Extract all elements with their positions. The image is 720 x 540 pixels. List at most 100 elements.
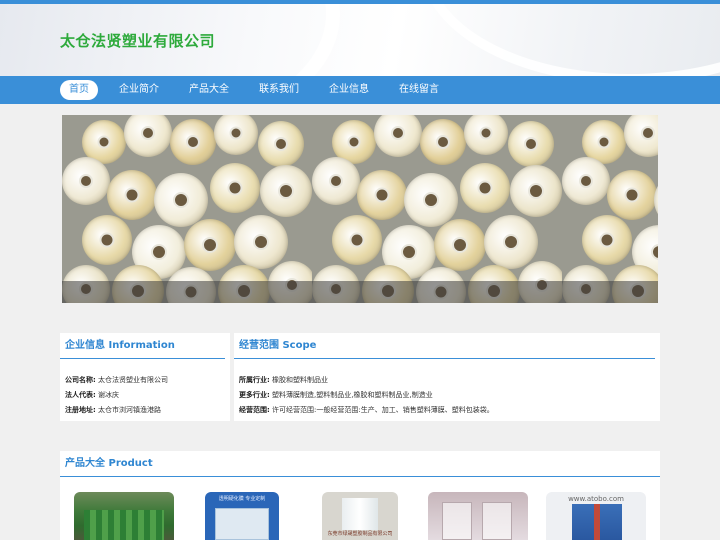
row-value: 塑料薄膜制造,塑料制品业,橡胶和塑料制品业,制造业 — [272, 391, 433, 399]
nav-item-company-info[interactable]: 企业信息 — [320, 80, 378, 100]
roll-core — [173, 192, 189, 208]
scope-row-more-industry: 更多行业: 塑料薄膜制造,塑料制品业,橡胶和塑料制品业,制造业 — [234, 388, 660, 403]
roll-core — [124, 187, 140, 203]
roll-core — [253, 234, 269, 250]
banner-tile — [62, 115, 312, 303]
roll-core — [641, 126, 655, 140]
info-row-address: 注册地址: 太仓市浏河镇渔港路 — [60, 403, 230, 418]
film-roll — [62, 157, 110, 205]
product-image-3[interactable]: 东莞市绿晟塑胶制品有限公司 — [322, 492, 398, 540]
row-label: 更多行业: — [239, 391, 270, 399]
roll-core — [202, 237, 218, 253]
row-value: 许可经营范围:一般经营范围:生产、加工、销售塑料薄膜、塑料包装袋。 — [272, 406, 494, 414]
product-image-2[interactable]: 透明硬化膜 专业定制 — [205, 492, 279, 540]
roll-core — [477, 180, 493, 196]
nav-item-products[interactable]: 产品大全 — [180, 80, 238, 100]
product-image-caption: 透明硬化膜 专业定制 — [218, 496, 266, 502]
nav-item-about[interactable]: 企业简介 — [110, 80, 168, 100]
header-decoration — [420, 4, 720, 76]
row-label: 注册地址: — [65, 406, 96, 414]
site-title[interactable]: 太仓法贤塑业有限公司 — [60, 30, 215, 51]
roll-core — [186, 135, 200, 149]
products-panel: 产品大全 Product 透明硬化膜 专业定制 东莞市绿晟塑胶制品有限公司 ww… — [60, 451, 660, 540]
roll-core — [79, 174, 93, 188]
film-roll — [582, 215, 632, 265]
film-roll — [607, 170, 657, 220]
scope-heading-en: Scope — [282, 340, 317, 351]
roll-core — [401, 244, 417, 260]
roll-core — [436, 135, 450, 149]
row-value: 谢冰庆 — [98, 391, 120, 399]
product-image-5[interactable]: www.atobo.com — [546, 492, 646, 540]
film-roll — [464, 115, 508, 155]
banner-tile — [562, 115, 658, 303]
film-roll — [374, 115, 422, 157]
info-row-name: 公司名称: 太仓法贤塑业有限公司 — [60, 373, 230, 388]
film-roll — [107, 170, 157, 220]
roll-core — [423, 192, 439, 208]
roll-core — [349, 232, 365, 248]
film-roll — [460, 163, 510, 213]
film-roll — [484, 215, 538, 269]
roll-core — [597, 135, 611, 149]
film-roll — [154, 173, 208, 227]
film-roll — [510, 165, 562, 217]
roll-core — [278, 183, 294, 199]
film-roll — [404, 173, 458, 227]
info-heading: 企业信息 Information — [60, 333, 225, 359]
film-roll — [654, 173, 658, 227]
roll-core — [479, 126, 493, 140]
roll-core — [503, 234, 519, 250]
roll-core — [99, 232, 115, 248]
roll-core — [624, 187, 640, 203]
film-roll — [562, 157, 610, 205]
film-roll — [434, 219, 486, 271]
scope-row-business: 经营范围: 许可经营范围:一般经营范围:生产、加工、销售塑料薄膜、塑料包装袋。 — [234, 403, 660, 418]
roll-core — [452, 237, 468, 253]
product-image-4[interactable] — [428, 492, 528, 540]
scope-heading: 经营范围 Scope — [234, 333, 655, 359]
roll-core — [227, 180, 243, 196]
film-roll — [210, 163, 260, 213]
business-scope-panel: 经营范围 Scope 所属行业: 橡胶和塑料制品业 更多行业: 塑料薄膜制造,塑… — [234, 333, 660, 421]
roll-core — [391, 126, 405, 140]
roll-core — [651, 244, 658, 260]
product-image-caption: www.atobo.com — [568, 495, 624, 503]
row-label: 公司名称: — [65, 376, 96, 384]
nav-item-home[interactable]: 首页 — [60, 80, 98, 100]
nav-item-message[interactable]: 在线留言 — [390, 80, 448, 100]
row-label: 经营范围: — [239, 406, 270, 414]
nav-item-contact[interactable]: 联系我们 — [250, 80, 308, 100]
info-heading-cn: 企业信息 — [65, 340, 105, 351]
roll-core — [579, 174, 593, 188]
row-value: 太仓法贤塑业有限公司 — [98, 376, 169, 384]
roll-core — [329, 174, 343, 188]
roll-core — [229, 126, 243, 140]
roll-core — [141, 126, 155, 140]
roll-core — [347, 135, 361, 149]
film-roll — [260, 165, 312, 217]
film-roll — [170, 119, 216, 165]
film-roll — [258, 121, 304, 167]
film-roll — [82, 215, 132, 265]
film-roll — [357, 170, 407, 220]
film-roll — [624, 115, 658, 157]
company-info-panel: 企业信息 Information 公司名称: 太仓法贤塑业有限公司 法人代表: … — [60, 333, 230, 421]
film-roll — [508, 121, 554, 167]
info-row-legal-rep: 法人代表: 谢冰庆 — [60, 388, 230, 403]
products-heading: 产品大全 Product — [60, 451, 660, 477]
banner-tile — [312, 115, 562, 303]
row-value: 橡胶和塑料制品业 — [272, 376, 329, 384]
film-roll — [184, 219, 236, 271]
roll-core — [274, 137, 288, 151]
main-nav: 首页 企业简介 产品大全 联系我们 企业信息 在线留言 — [0, 76, 720, 104]
film-roll — [332, 215, 382, 265]
roll-core — [599, 232, 615, 248]
product-image-caption: 东莞市绿晟塑胶制品有限公司 — [327, 531, 393, 537]
site-header: 太仓法贤塑业有限公司 — [0, 4, 720, 76]
product-image-1[interactable] — [74, 492, 174, 540]
roll-core — [151, 244, 167, 260]
products-heading-cn: 产品大全 — [65, 458, 105, 469]
film-roll — [214, 115, 258, 155]
roll-core — [528, 183, 544, 199]
